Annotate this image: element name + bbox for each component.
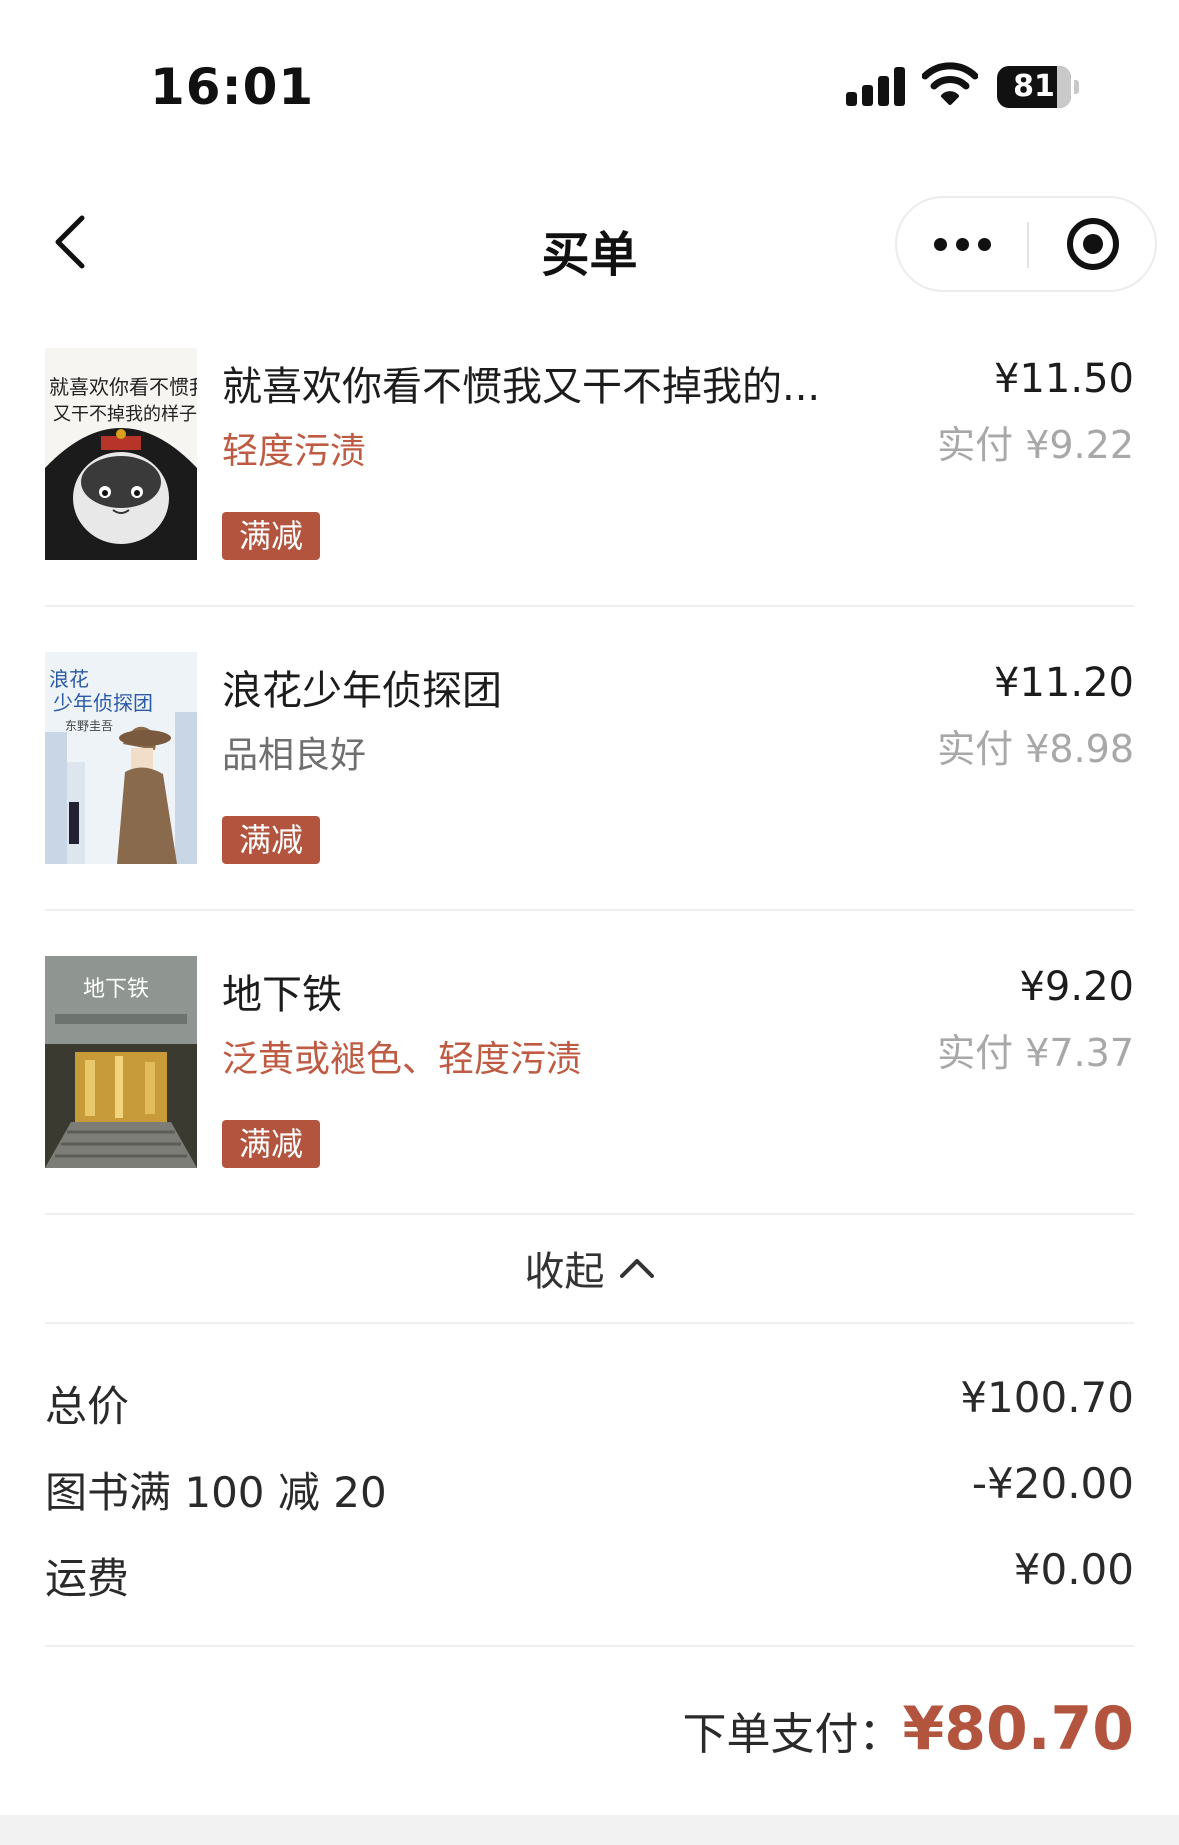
cellular-signal-icon [846,66,906,106]
shipping-value: ¥0.00 [1013,1545,1134,1594]
svg-text:地下铁: 地下铁 [83,977,149,1002]
more-dots-icon [933,237,947,251]
svg-text:又干不掉我的样子: 又干不掉我的样子 [53,404,197,425]
item-condition: 品相良好 [222,735,367,776]
discount-value: -¥20.00 [971,1459,1134,1508]
item-divider [45,909,1134,911]
item-price: ¥11.20 [994,660,1134,706]
item-title: 地下铁 [222,972,342,1018]
battery-level-text: 81 [1013,69,1055,104]
section-divider [45,1322,1134,1324]
book-cover-image: 就喜欢你看不惯我 又干不掉我的样子 [45,348,197,560]
item-divider [45,1213,1134,1215]
item-price: ¥11.50 [994,356,1134,402]
shipping-label: 运费 [45,1554,130,1603]
target-close-icon [1067,218,1119,270]
total-price-label: 总价 [45,1382,130,1431]
item-paid-price: 实付 ¥7.37 [937,1031,1134,1075]
wifi-icon [921,60,979,106]
item-condition: 轻度污渍 [222,431,367,472]
payment-amount: ¥80.70 [902,1694,1134,1764]
payment-total-row: 下单支付：¥80.70 [45,1694,1134,1774]
collapse-toggle[interactable]: 收起 [45,1218,1134,1318]
close-miniprogram-button[interactable] [1029,198,1157,290]
summary-discount-row: 图书满 100 减 20 -¥20.00 [45,1459,1134,1519]
item-title: 浪花少年侦探团 [222,668,502,714]
svg-text:少年侦探团: 少年侦探团 [53,691,153,715]
section-divider [45,1645,1134,1647]
item-paid-price: 实付 ¥8.98 [937,727,1134,771]
promo-tag: 满减 [222,1120,320,1168]
status-time: 16:01 [150,58,315,116]
svg-text:东野圭吾: 东野圭吾 [65,719,113,733]
more-options-button[interactable] [897,198,1027,290]
svg-text:浪花: 浪花 [49,667,89,691]
item-condition: 泛黄或褪色、轻度污渍 [222,1039,583,1080]
total-price-value: ¥100.70 [960,1373,1134,1422]
item-title: 就喜欢你看不惯我又干不掉我的... [222,364,821,410]
nav-bar: 买单 [0,190,1179,300]
item-price: ¥9.20 [1019,964,1134,1010]
discount-label: 图书满 100 减 20 [45,1468,387,1517]
battery-icon: 81 [997,66,1079,108]
promo-tag: 满减 [222,512,320,560]
svg-text:就喜欢你看不惯我: 就喜欢你看不惯我 [49,375,197,399]
promo-tag: 满减 [222,816,320,864]
chevron-up-icon [619,1259,654,1278]
bottom-bar [0,1815,1179,1845]
item-paid-price: 实付 ¥9.22 [937,423,1134,467]
summary-total-price-row: 总价 ¥100.70 [45,1373,1134,1433]
summary-shipping-row: 运费 ¥0.00 [45,1545,1134,1605]
book-cover-image: 浪花 少年侦探团 东野圭吾 [45,652,197,864]
status-bar: 16:01 81 [0,0,1179,170]
book-cover-image: 地下铁 [45,956,197,1168]
item-divider [45,605,1134,607]
miniprogram-capsule [895,196,1157,292]
collapse-label: 收起 [524,1249,605,1295]
payment-label: 下单支付： [682,1709,903,1760]
